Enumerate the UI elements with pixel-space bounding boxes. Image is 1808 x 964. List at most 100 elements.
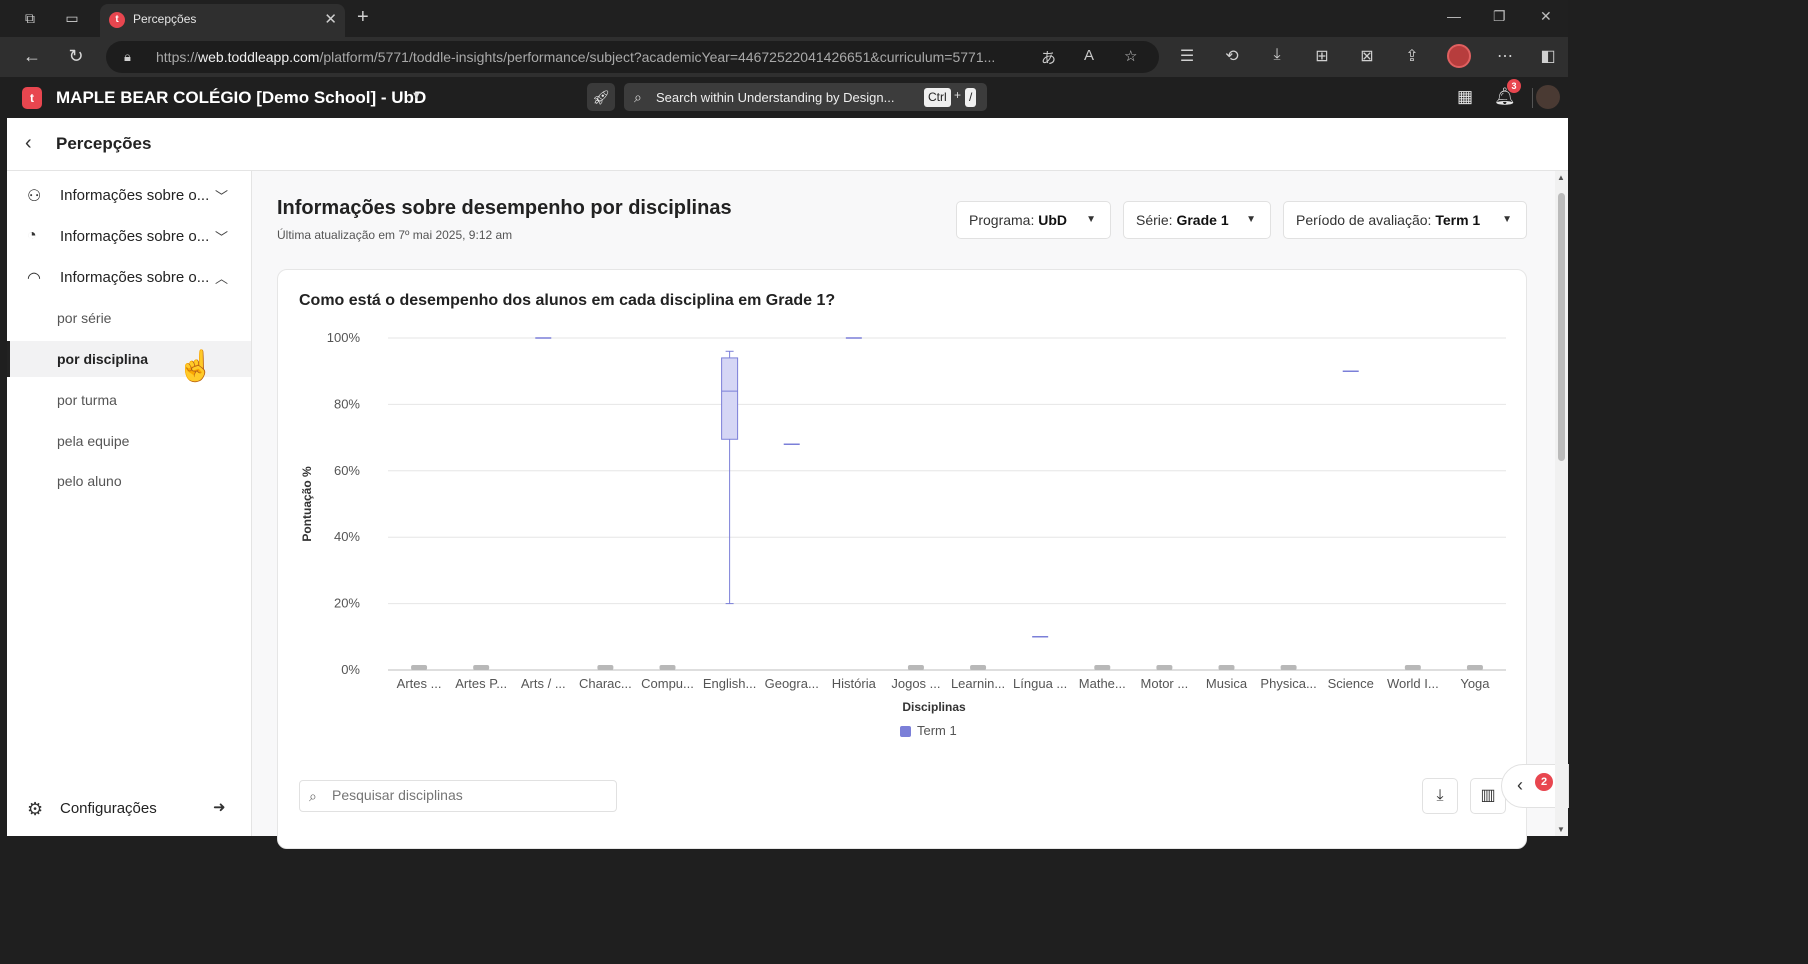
x-tick-label: Yoga	[1460, 676, 1490, 691]
subitem-label: por disciplina	[57, 351, 149, 367]
chevron-down-icon: ﹀	[215, 230, 229, 245]
app-frame: t MAPLE BEAR COLÉGIO [Demo School] - UbD…	[7, 77, 1569, 849]
lock-icon: 🔒︎	[124, 49, 131, 64]
sidebar-subitem-by-student[interactable]: pelo aluno	[7, 463, 251, 499]
scrollbar-thumb[interactable]	[1558, 193, 1565, 461]
performance-card: Como está o desempenho dos alunos em cad…	[277, 269, 1527, 849]
chevron-down-icon: ﹀	[215, 189, 229, 204]
empty-box-marker	[1156, 665, 1173, 670]
x-tick-label: Charac...	[579, 676, 632, 691]
caret-down-icon: ▼	[1502, 214, 1512, 225]
download-icon[interactable]: ⤓	[1266, 46, 1288, 64]
program-filter[interactable]: Programa: UbD ▼	[956, 201, 1111, 239]
sidebar-item-label: Informações sobre o...	[60, 228, 210, 245]
columns-icon: ▥	[1480, 787, 1496, 804]
url-bar[interactable]: 🔒︎ https://web.toddleapp.com/platform/57…	[106, 41, 1159, 73]
empty-box-marker	[473, 665, 490, 670]
download-button[interactable]: ⤓	[1422, 778, 1458, 814]
sidebar-item-insights-2[interactable]: ◔ Informações sobre o... ﹀	[7, 217, 251, 257]
calendar-icon[interactable]: ▦	[1457, 87, 1473, 107]
grade-filter-value: Grade 1	[1176, 212, 1229, 228]
favorite-star-icon[interactable]: ☆	[1124, 47, 1137, 65]
back-arrow-icon[interactable]: ‹	[25, 132, 32, 155]
sidebar-subitem-by-team[interactable]: pela equipe	[7, 423, 251, 459]
box-iqr	[721, 357, 739, 440]
favicon-icon: t	[109, 12, 125, 28]
restore-icon[interactable]: ❐	[1493, 8, 1506, 25]
sidebar-subitem-by-class[interactable]: por turma	[7, 382, 251, 418]
subitem-label: pela equipe	[57, 433, 130, 449]
school-name[interactable]: MAPLE BEAR COLÉGIO [Demo School] - UbD	[56, 88, 426, 108]
close-window-icon[interactable]: ✕	[1540, 8, 1552, 25]
sidebar-item-label: Informações sobre o...	[60, 187, 210, 204]
sidebar-subitem-by-subject[interactable]: por disciplina	[7, 341, 251, 377]
empty-box-marker	[1280, 665, 1297, 670]
arrow-right-circle-icon[interactable]: ➜	[213, 798, 226, 816]
empty-box-marker	[597, 665, 614, 670]
empty-box-marker	[1218, 665, 1235, 670]
url-text[interactable]: https://web.toddleapp.com/platform/5771/…	[156, 49, 1031, 65]
search-subjects[interactable]: ⌕	[299, 780, 617, 812]
global-search[interactable]: ⌕ Search within Understanding by Design.…	[624, 83, 987, 111]
favorites-icon[interactable]: ☰	[1176, 46, 1198, 66]
page-scrollbar[interactable]: ▲ ▼	[1555, 171, 1568, 836]
x-tick-label: Musica	[1206, 676, 1248, 691]
help-badge: 2	[1535, 773, 1553, 791]
x-tick-label: English...	[703, 676, 756, 691]
x-tick-label: Mathe...	[1079, 676, 1126, 691]
x-tick-label: Artes P...	[455, 676, 507, 691]
toddle-logo[interactable]: t	[22, 87, 42, 109]
more-menu-icon[interactable]: ⋯	[1494, 46, 1516, 66]
minimize-icon[interactable]: —	[1447, 8, 1461, 24]
tab-actions-icon[interactable]: ▭	[61, 8, 83, 28]
y-tick-label: 80%	[334, 396, 360, 411]
search-subjects-input[interactable]	[332, 787, 602, 803]
download-icon: ⤓	[1436, 787, 1444, 804]
tab-title: Percepções	[133, 12, 197, 26]
sidebar-toggle-icon[interactable]: ◧	[1537, 46, 1559, 66]
shortcut-key-slash: /	[965, 88, 977, 107]
rocket-icon[interactable]: 🚀︎	[587, 83, 615, 111]
chevron-left-icon: ‹	[1517, 775, 1523, 795]
profile-avatar[interactable]	[1447, 44, 1471, 68]
sidebar-subitem-by-grade[interactable]: por série	[7, 300, 251, 336]
translate-icon[interactable]: あ	[1041, 47, 1056, 68]
x-tick-label: World I...	[1387, 676, 1439, 691]
read-aloud-icon[interactable]: A	[1084, 47, 1094, 64]
main-title: Informações sobre desempenho por discipl…	[277, 197, 732, 219]
y-tick-label: 100%	[327, 330, 361, 345]
grade-filter[interactable]: Série: Grade 1 ▼	[1123, 201, 1271, 239]
period-filter-label: Período de avaliação:	[1296, 212, 1432, 228]
close-tab-icon[interactable]: ✕	[324, 10, 337, 28]
people-icon: ⚇	[27, 188, 42, 205]
share-icon[interactable]: ⇪	[1401, 46, 1423, 66]
scroll-up-icon[interactable]: ▲	[1557, 173, 1565, 182]
empty-box-marker	[659, 665, 676, 670]
subitem-label: por série	[57, 310, 112, 326]
workspaces-icon[interactable]: ⧉	[19, 8, 41, 28]
page-title: Percepções	[56, 134, 152, 153]
user-avatar[interactable]	[1536, 85, 1560, 109]
caret-down-icon[interactable]: ▼	[411, 90, 422, 102]
extensions-icon[interactable]: ⊞	[1311, 46, 1333, 66]
back-icon[interactable]: ←	[20, 46, 44, 67]
history-icon[interactable]: ⟲	[1221, 46, 1243, 66]
refresh-icon[interactable]: ↻	[64, 46, 88, 67]
browser-tab[interactable]: t Percepções ✕	[100, 4, 345, 37]
period-filter[interactable]: Período de avaliação: Term 1 ▼	[1283, 201, 1527, 239]
grade-filter-label: Série:	[1136, 212, 1173, 228]
x-tick-label: Geogra...	[765, 676, 819, 691]
screenshot-icon[interactable]: ⊠	[1356, 46, 1378, 66]
settings-item[interactable]: ⚙ Configurações ➜	[7, 791, 251, 827]
new-tab-icon[interactable]: +	[357, 6, 369, 29]
shortcut-key-ctrl: Ctrl	[924, 88, 951, 107]
sidebar-item-insights-3[interactable]: ◠ Informações sobre o... ︿	[7, 258, 251, 298]
x-tick-label: Língua ...	[1013, 676, 1067, 691]
subitem-label: pelo aluno	[57, 473, 122, 489]
sidebar-item-insights-1[interactable]: ⚇ Informações sobre o... ﹀	[7, 176, 251, 216]
y-axis-label: Pontuação %	[300, 466, 314, 542]
empty-box-marker	[907, 665, 924, 670]
search-icon: ⌕	[634, 89, 642, 105]
scroll-down-icon[interactable]: ▼	[1557, 825, 1565, 834]
x-tick-label: Jogos ...	[891, 676, 940, 691]
